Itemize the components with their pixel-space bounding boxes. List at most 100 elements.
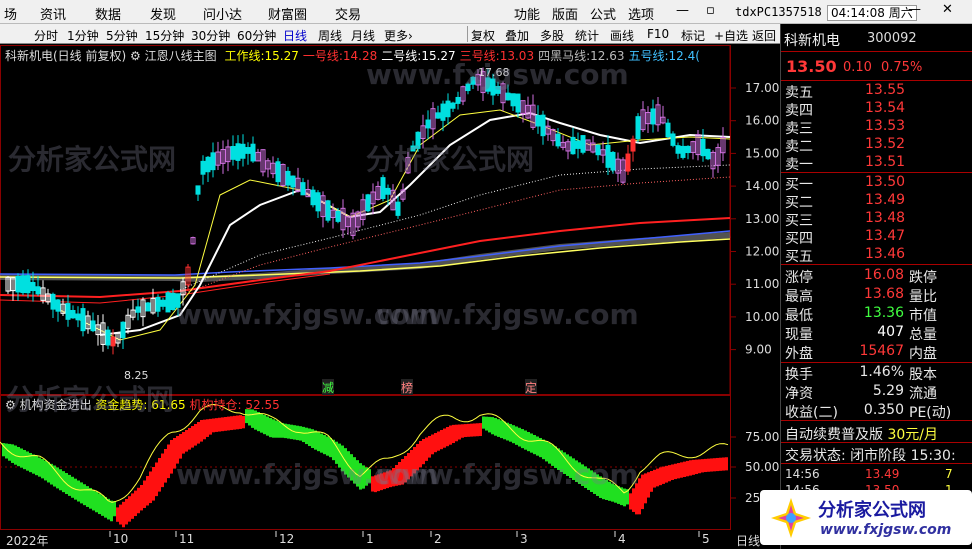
flow-bar (629, 493, 632, 510)
flow-bar (143, 480, 146, 508)
flow-bar (269, 417, 272, 438)
period-tab-15m[interactable]: 15分钟 (145, 27, 184, 44)
flow-bar (140, 485, 143, 511)
bid-row[interactable]: 买五 13.46 (785, 246, 970, 265)
tool-multi[interactable]: 多股 (540, 27, 564, 44)
flow-bar (95, 491, 98, 513)
ask-price: 13.53 (865, 118, 906, 134)
minimize-icon[interactable]: — (676, 3, 689, 18)
candle (485, 77, 491, 92)
ind-y-tick: 75.00 (745, 430, 779, 444)
stat-label: 净资 (785, 386, 813, 402)
stat-row: 收益(二) 0.350 PE(动) (785, 402, 970, 421)
stat-label2: 量比 (909, 289, 937, 305)
tool-f10[interactable]: F10 (647, 27, 669, 41)
gear-icon[interactable]: ⚙ (130, 49, 141, 63)
flow-bar (431, 434, 434, 455)
candle (285, 170, 291, 186)
indicator-title[interactable]: 机构资金进出 (20, 398, 92, 412)
flow-bar (419, 441, 422, 468)
flow-bar (44, 460, 47, 481)
ask-row[interactable]: 卖三 13.53 (785, 118, 970, 137)
bid-row[interactable]: 买三 13.48 (785, 210, 970, 229)
bid-row[interactable]: 买四 13.47 (785, 228, 970, 247)
flow-bar (290, 424, 293, 440)
candle (240, 143, 246, 159)
flow-bar (80, 482, 83, 504)
flow-bar (551, 444, 554, 466)
ask-row[interactable]: 卖一 13.51 (785, 154, 970, 173)
tool-add-watch[interactable]: +自选 (714, 27, 748, 44)
flow-bar (542, 439, 545, 460)
period-tab-1m[interactable]: 1分钟 (67, 27, 99, 44)
flow-bar (197, 422, 200, 444)
menu-item-function[interactable]: 功能 (514, 4, 540, 23)
menu-item[interactable]: 场 (4, 4, 17, 23)
menu-item-trade[interactable]: 交易 (335, 4, 361, 23)
stat-label: 换手 (785, 367, 813, 383)
menu-item-discover[interactable]: 发现 (150, 4, 176, 23)
tick-time: 14:56 (785, 467, 820, 481)
menu-item-options[interactable]: 选项 (628, 4, 654, 23)
flow-bar (404, 456, 407, 483)
flow-bar (674, 463, 677, 480)
window-minimize-icon[interactable]: — (908, 2, 921, 17)
flow-bar (158, 458, 161, 492)
gear-icon[interactable]: ⚙ (5, 398, 20, 412)
tool-overlay[interactable]: 叠加 (505, 27, 529, 44)
flow-bar (206, 419, 209, 437)
tool-back[interactable]: 返回 (752, 27, 776, 44)
menu-item-fortune[interactable]: 财富圈 (268, 4, 307, 23)
ask-row[interactable]: 卖四 13.54 (785, 100, 970, 119)
ask-row[interactable]: 卖五 13.55 (785, 82, 970, 101)
stat-label: 收益(二) (785, 405, 838, 421)
tool-draw[interactable]: 画线 (610, 27, 634, 44)
flow-bar (224, 417, 227, 431)
flow-bar (233, 415, 236, 430)
period-tab-more[interactable]: 更多› (384, 27, 413, 44)
y-tick-label: 13.00 (745, 212, 779, 226)
period-tab-month[interactable]: 月线 (351, 27, 375, 44)
bid-label: 买一 (785, 177, 813, 193)
period-tab-day[interactable]: 日线 (283, 27, 307, 44)
flow-bar (599, 476, 602, 498)
ask-row[interactable]: 卖二 13.52 (785, 136, 970, 155)
tick-row: 14:56 13.49 7 (785, 467, 970, 481)
flow-bar (152, 467, 155, 501)
period-tab-60m[interactable]: 60分钟 (237, 27, 276, 44)
tool-mark[interactable]: 标记 (681, 27, 705, 44)
flow-bar (392, 468, 395, 487)
flow-bar (413, 447, 416, 474)
period-tab-time[interactable]: 分时 (34, 27, 58, 44)
bid-row[interactable]: 买二 13.49 (785, 192, 970, 211)
flow-bar (401, 459, 404, 485)
indicator-name[interactable]: 江恩八线主图 (145, 49, 217, 63)
bid-price: 13.47 (865, 228, 906, 244)
period-tab-30m[interactable]: 30分钟 (191, 27, 230, 44)
candlestick-chart[interactable]: 17.00 16.00 15.00 14.00 13.00 12.00 11.00 10.00… (0, 45, 780, 395)
menu-item-news[interactable]: 资讯 (40, 4, 66, 23)
legend-line-value: 12.63 (590, 49, 625, 63)
menu-item-layout[interactable]: 版面 (552, 4, 578, 23)
menu-item-data[interactable]: 数据 (95, 4, 121, 23)
y-tick-label: 16.00 (745, 114, 779, 128)
period-tab-5m[interactable]: 5分钟 (106, 27, 138, 44)
restore-icon[interactable]: ▫ (706, 3, 715, 18)
menu-item-formula[interactable]: 公式 (590, 4, 616, 23)
flow-bar (485, 416, 488, 431)
candle (230, 145, 236, 160)
indicator-chart[interactable]: 75.0050.0025.00 (0, 395, 780, 530)
candle (495, 86, 501, 94)
candle (650, 108, 656, 125)
candle (700, 138, 706, 157)
position-value: 52.55 (245, 398, 280, 412)
tool-stats[interactable]: 统计 (575, 27, 599, 44)
subscription-promo[interactable]: 自动续费普及版 30元/月 (785, 424, 938, 444)
window-close-icon[interactable]: ✕ (942, 2, 953, 17)
tool-adjust[interactable]: 复权 (471, 27, 495, 44)
period-tab-week[interactable]: 周线 (318, 27, 342, 44)
menu-item-ask[interactable]: 问小达 (203, 4, 242, 23)
bid-row[interactable]: 买一 13.50 (785, 174, 970, 193)
ask-label: 卖四 (785, 103, 813, 119)
y-tick-label: 17.00 (745, 81, 779, 95)
